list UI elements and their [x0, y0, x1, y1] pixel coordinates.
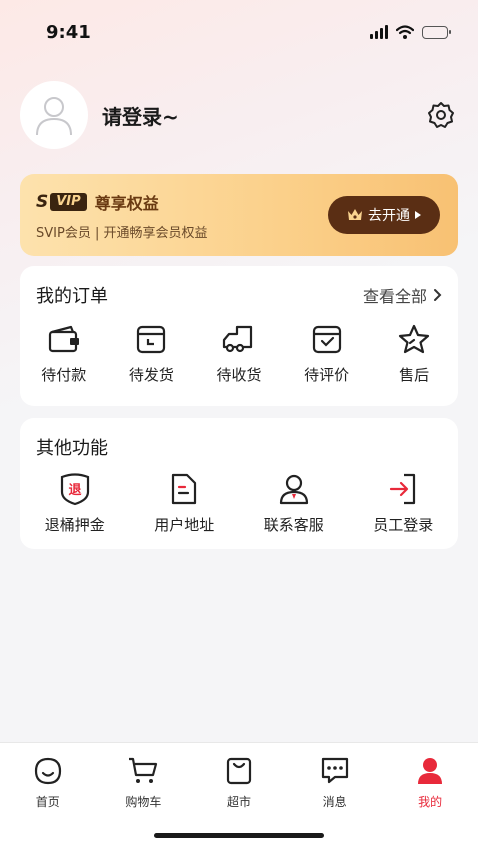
view-all-orders-link[interactable]: 查看全部 — [363, 283, 442, 307]
user-address[interactable]: 用户地址 — [130, 472, 240, 535]
vip-open-label: 去开通 — [368, 208, 410, 224]
svg-text:退: 退 — [68, 483, 81, 498]
order-pending-receipt[interactable]: 待收货 — [195, 322, 283, 385]
status-icons — [370, 25, 451, 39]
refund-shield-icon: 退 — [57, 472, 93, 506]
tab-home[interactable]: 首页 — [0, 755, 96, 810]
contact-customer-service[interactable]: 联系客服 — [239, 472, 349, 535]
avatar[interactable] — [20, 81, 88, 149]
tab-supermarket[interactable]: 超市 — [191, 755, 287, 810]
truck-icon — [221, 322, 257, 356]
document-icon — [166, 472, 202, 506]
settings-button[interactable] — [424, 98, 458, 132]
box-icon — [133, 322, 169, 356]
home-indicator — [154, 833, 324, 838]
profile-icon — [414, 755, 446, 787]
chevron-right-icon — [434, 289, 442, 301]
tab-cart[interactable]: 购物车 — [96, 755, 192, 810]
wallet-icon — [46, 322, 82, 356]
review-box-icon — [309, 322, 345, 356]
tab-messages[interactable]: 消息 — [287, 755, 383, 810]
staff-login[interactable]: 员工登录 — [349, 472, 459, 535]
order-pending-shipment[interactable]: 待发货 — [108, 322, 196, 385]
message-icon — [319, 755, 351, 787]
gear-icon — [428, 102, 454, 128]
battery-icon — [422, 25, 451, 39]
refund-deposit[interactable]: 退 退桶押金 — [20, 472, 130, 535]
play-arrow-icon — [415, 211, 421, 219]
orders-card: 我的订单 查看全部 待付款 待发货 待收货 待评价 售后 — [20, 266, 458, 406]
customer-service-icon — [276, 472, 312, 506]
home-icon — [32, 755, 64, 787]
vip-banner[interactable]: S VIP 尊享权益 SVIP会员 | 开通畅享会员权益 去开通 — [20, 174, 458, 256]
status-bar: 9:41 — [0, 0, 478, 64]
vip-title: 尊享权益 — [94, 194, 159, 213]
orders-title: 我的订单 — [36, 286, 108, 307]
shopping-bag-icon — [223, 755, 255, 787]
other-functions-title: 其他功能 — [36, 438, 108, 459]
order-pending-review[interactable]: 待评价 — [283, 322, 371, 385]
signal-icon — [370, 25, 388, 39]
view-all-label: 查看全部 — [362, 287, 427, 306]
tab-mine[interactable]: 我的 — [382, 755, 478, 810]
svip-logo: S VIP — [36, 192, 87, 212]
login-link[interactable]: 请登录~ — [102, 101, 179, 130]
order-pending-payment[interactable]: 待付款 — [20, 322, 108, 385]
star-icon — [396, 322, 432, 356]
profile-header: 请登录~ — [20, 80, 460, 150]
avatar-placeholder-icon — [36, 97, 72, 136]
other-functions-card: 其他功能 退 退桶押金 用户地址 联系客服 员工登录 — [20, 418, 458, 549]
cart-icon — [127, 755, 159, 787]
order-after-sales[interactable]: 售后 — [370, 322, 458, 385]
status-time: 9:41 — [46, 21, 91, 43]
wifi-icon — [396, 25, 414, 39]
crown-icon — [348, 209, 362, 220]
bottom-tab-bar: 首页 购物车 超市 消息 我的 — [0, 742, 478, 850]
vip-open-button[interactable]: 去开通 — [328, 196, 440, 234]
login-icon — [385, 472, 421, 506]
